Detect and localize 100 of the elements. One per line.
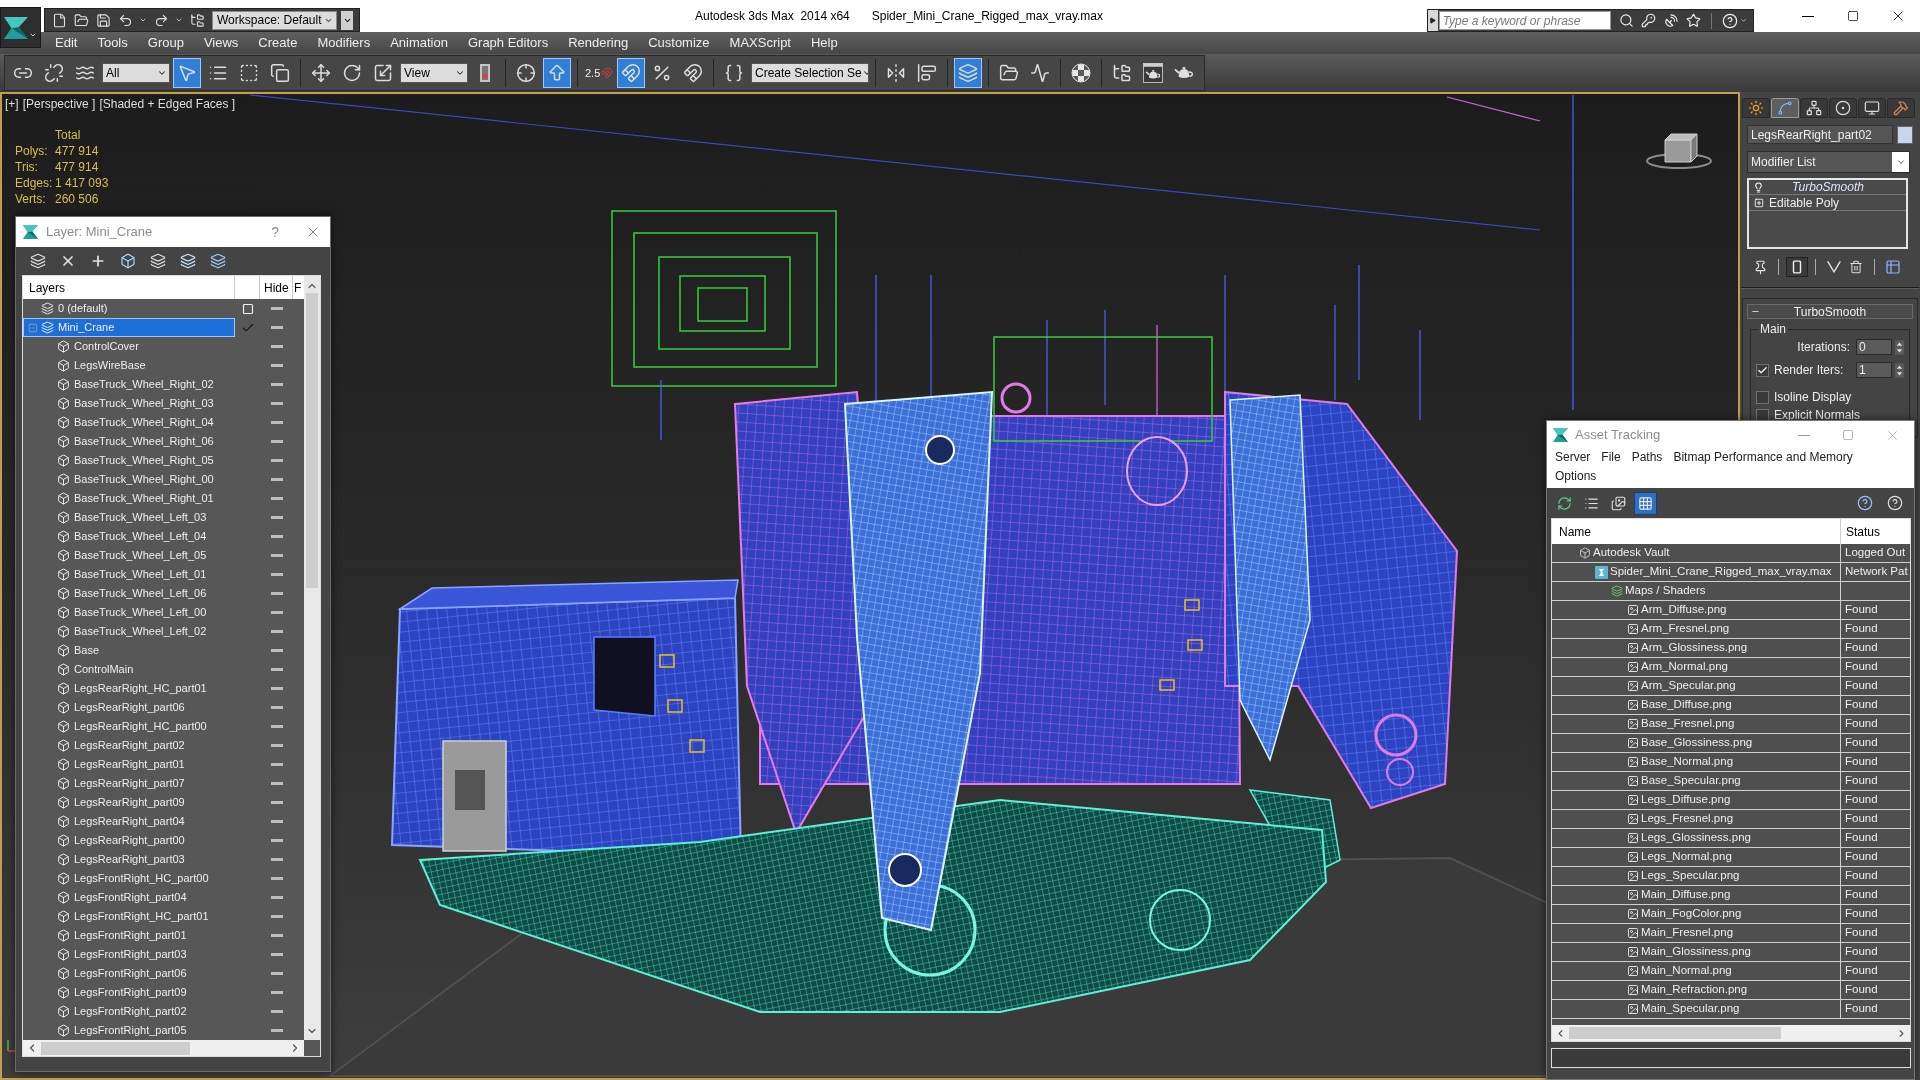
column-header[interactable]: F bbox=[293, 276, 304, 299]
help-button[interactable]: ? bbox=[271, 221, 279, 243]
layer-list-item[interactable]: LegsWireBase bbox=[23, 356, 235, 375]
layer-list-item[interactable]: 0 (default) bbox=[23, 299, 235, 318]
asset-row[interactable]: Legs_Normal.png Found bbox=[1552, 848, 1910, 867]
asset-row[interactable]: Arm_Fresnel.png Found bbox=[1552, 620, 1910, 639]
layer-list-item[interactable]: LegsFrontRight_HC_part01 bbox=[23, 907, 235, 926]
asset-row[interactable]: Arm_Diffuse.png Found bbox=[1552, 601, 1910, 620]
layer-list-item[interactable]: LegsFrontRight_part01 bbox=[23, 926, 235, 945]
layer-list-item[interactable]: LegsFrontRight_part06 bbox=[23, 964, 235, 983]
layer-list-item[interactable]: BaseTruck_Wheel_Left_04 bbox=[23, 527, 235, 546]
menu-item[interactable]: Views bbox=[203, 33, 239, 53]
object-name-field[interactable]: LegsRearRight_part02 bbox=[1747, 125, 1893, 144]
asset-row[interactable]: Main_Glossiness.png Found bbox=[1552, 943, 1910, 962]
asset-row[interactable]: Arm_Normal.png Found bbox=[1552, 658, 1910, 677]
asset-row[interactable]: Arm_Specular.png Found bbox=[1552, 677, 1910, 696]
layer-list-item[interactable]: ControlCover bbox=[23, 337, 235, 356]
toolbar-button[interactable]: 2.5 bbox=[584, 58, 614, 88]
asset-row[interactable]: Base_Fresnel.png Found bbox=[1552, 715, 1910, 734]
layer-list-item[interactable]: LegsFrontRight_part03 bbox=[23, 945, 235, 964]
asset-row[interactable]: Main_Diffuse.png Found bbox=[1552, 886, 1910, 905]
toolbar-dropdown[interactable]: All bbox=[102, 63, 170, 83]
asset-row[interactable]: Arm_Glossiness.png Found bbox=[1552, 639, 1910, 658]
hide-freeze-button[interactable] bbox=[208, 251, 228, 271]
menu-item[interactable]: Paths bbox=[1631, 449, 1663, 465]
rollout-header[interactable]: TurboSmooth bbox=[1747, 304, 1913, 319]
layer-list-item[interactable]: ControlMain bbox=[23, 660, 235, 679]
layer-list-item[interactable]: BaseTruck_Wheel_Right_01 bbox=[23, 489, 235, 508]
render-iters-checkbox[interactable] bbox=[1756, 363, 1769, 377]
asset-row[interactable]: Legs_Specular.png Found bbox=[1552, 867, 1910, 886]
layer-list-item[interactable]: Base bbox=[23, 641, 235, 660]
layer-list-item[interactable]: LegsRearRight_part06 bbox=[23, 698, 235, 717]
select-objects-button[interactable] bbox=[118, 251, 138, 271]
object-color-swatch[interactable] bbox=[1897, 125, 1913, 144]
layer-list-item[interactable]: BaseTruck_Wheel_Right_03 bbox=[23, 394, 235, 413]
scrollbar-thumb[interactable] bbox=[306, 293, 318, 588]
layer-list-item[interactable]: LegsFrontRight_part05 bbox=[23, 1021, 235, 1040]
toolbar-dropdown[interactable]: View bbox=[400, 63, 468, 83]
menu-item[interactable]: Customize bbox=[648, 33, 710, 53]
menu-item[interactable]: Edit bbox=[55, 33, 78, 53]
iterations-field[interactable]: 0 bbox=[1856, 339, 1892, 355]
asset-row[interactable]: Spider_Mini_Crane_Rigged_max_vray.max Network Pat bbox=[1552, 563, 1910, 582]
modifier-list-dropdown[interactable]: Modifier List bbox=[1747, 151, 1910, 173]
project-folder-button[interactable] bbox=[188, 11, 206, 29]
asset-row[interactable]: Main_Specular.png Found bbox=[1552, 1000, 1910, 1019]
layer-list-item[interactable]: BaseTruck_Wheel_Left_01 bbox=[23, 565, 235, 584]
menu-item[interactable]: MAXScript bbox=[729, 33, 791, 53]
layer-list-item[interactable]: BaseTruck_Wheel_Left_00 bbox=[23, 603, 235, 622]
layer-list-item[interactable]: LegsFrontRight_part09 bbox=[23, 983, 235, 1002]
asset-row[interactable]: Base_Diffuse.png Found bbox=[1552, 696, 1910, 715]
layer-list-item[interactable]: LegsRearRight_part00 bbox=[23, 831, 235, 850]
render-iters-field[interactable]: 1 bbox=[1856, 362, 1892, 378]
layer-list-item[interactable]: LegsFrontRight_part04 bbox=[23, 888, 235, 907]
command-panel-tab[interactable] bbox=[1829, 98, 1857, 118]
menu-item[interactable]: Graph Editors bbox=[467, 33, 549, 53]
layer-list-item[interactable]: BaseTruck_Wheel_Left_05 bbox=[23, 546, 235, 565]
command-panel-tab[interactable] bbox=[1742, 98, 1770, 118]
stack-item[interactable]: TurboSmooth bbox=[1749, 180, 1906, 195]
layer-list-item[interactable]: LegsRearRight_part03 bbox=[23, 850, 235, 869]
asset-row[interactable]: Main_Refraction.png Found bbox=[1552, 981, 1910, 1000]
expand-search-button[interactable] bbox=[1428, 10, 1438, 31]
menu-item[interactable]: Modifiers bbox=[317, 33, 371, 53]
toolbar-options-button[interactable] bbox=[341, 10, 353, 30]
scrollbar-thumb[interactable] bbox=[1569, 1027, 1781, 1039]
option-checkbox[interactable] bbox=[1756, 390, 1769, 404]
asset-row[interactable]: Main_Fresnel.png Found bbox=[1552, 924, 1910, 943]
asset-row[interactable]: Maps / Shaders bbox=[1552, 582, 1910, 601]
menu-item[interactable]: Options bbox=[1555, 468, 1597, 484]
column-header[interactable]: Hide bbox=[260, 276, 293, 299]
viewport-label-menu[interactable]: [Shaded + Edged Faces ] bbox=[99, 97, 236, 111]
layer-list-item[interactable]: BaseTruck_Wheel_Right_05 bbox=[23, 451, 235, 470]
asset-row[interactable]: Main_FogColor.png Found bbox=[1552, 905, 1910, 924]
column-header[interactable]: Status bbox=[1841, 519, 1910, 544]
asset-row[interactable]: Main_Normal.png Found bbox=[1552, 962, 1910, 981]
layer-list-item[interactable]: BaseTruck_Wheel_Left_03 bbox=[23, 508, 235, 527]
toolbar-dropdown[interactable]: Create Selection Se bbox=[751, 63, 869, 83]
asset-row[interactable]: Legs_Glossiness.png Found bbox=[1552, 829, 1910, 848]
layer-list-item[interactable]: LegsFrontRight_HC_part00 bbox=[23, 869, 235, 888]
layer-list-item[interactable]: LegsRearRight_part02 bbox=[23, 736, 235, 755]
asset-row[interactable]: Autodesk Vault Logged Out bbox=[1552, 544, 1910, 563]
workspace-dropdown[interactable]: Workspace: Default bbox=[212, 10, 338, 30]
horizontal-scrollbar[interactable] bbox=[23, 1040, 304, 1056]
new-layer-button[interactable] bbox=[28, 251, 48, 271]
menu-item[interactable]: Create bbox=[258, 33, 298, 53]
vertical-scrollbar[interactable] bbox=[304, 276, 320, 1040]
layer-list-item[interactable]: LegsRearRight_HC_part01 bbox=[23, 679, 235, 698]
menu-item[interactable]: Help bbox=[811, 33, 838, 53]
layer-list-item[interactable]: BaseTruck_Wheel_Right_06 bbox=[23, 432, 235, 451]
horizontal-scrollbar[interactable] bbox=[1552, 1025, 1910, 1041]
save-button[interactable] bbox=[94, 11, 113, 29]
layer-list-item[interactable]: BaseTruck_Wheel_Right_02 bbox=[23, 375, 235, 394]
layer-list-item[interactable]: LegsRearRight_HC_part00 bbox=[23, 717, 235, 736]
asset-toolbar-button[interactable] bbox=[1634, 491, 1657, 515]
asset-row[interactable]: Base_Glossiness.png Found bbox=[1552, 734, 1910, 753]
asset-row[interactable]: Base_Specular.png Found bbox=[1552, 772, 1910, 791]
layer-list-item[interactable]: Mini_Crane bbox=[23, 318, 235, 337]
stack-item[interactable]: Editable Poly bbox=[1749, 195, 1906, 211]
layer-list-item[interactable]: BaseTruck_Wheel_Right_04 bbox=[23, 413, 235, 432]
layer-list-item[interactable]: BaseTruck_Wheel_Left_06 bbox=[23, 584, 235, 603]
highlight-layer-button[interactable] bbox=[178, 251, 198, 271]
